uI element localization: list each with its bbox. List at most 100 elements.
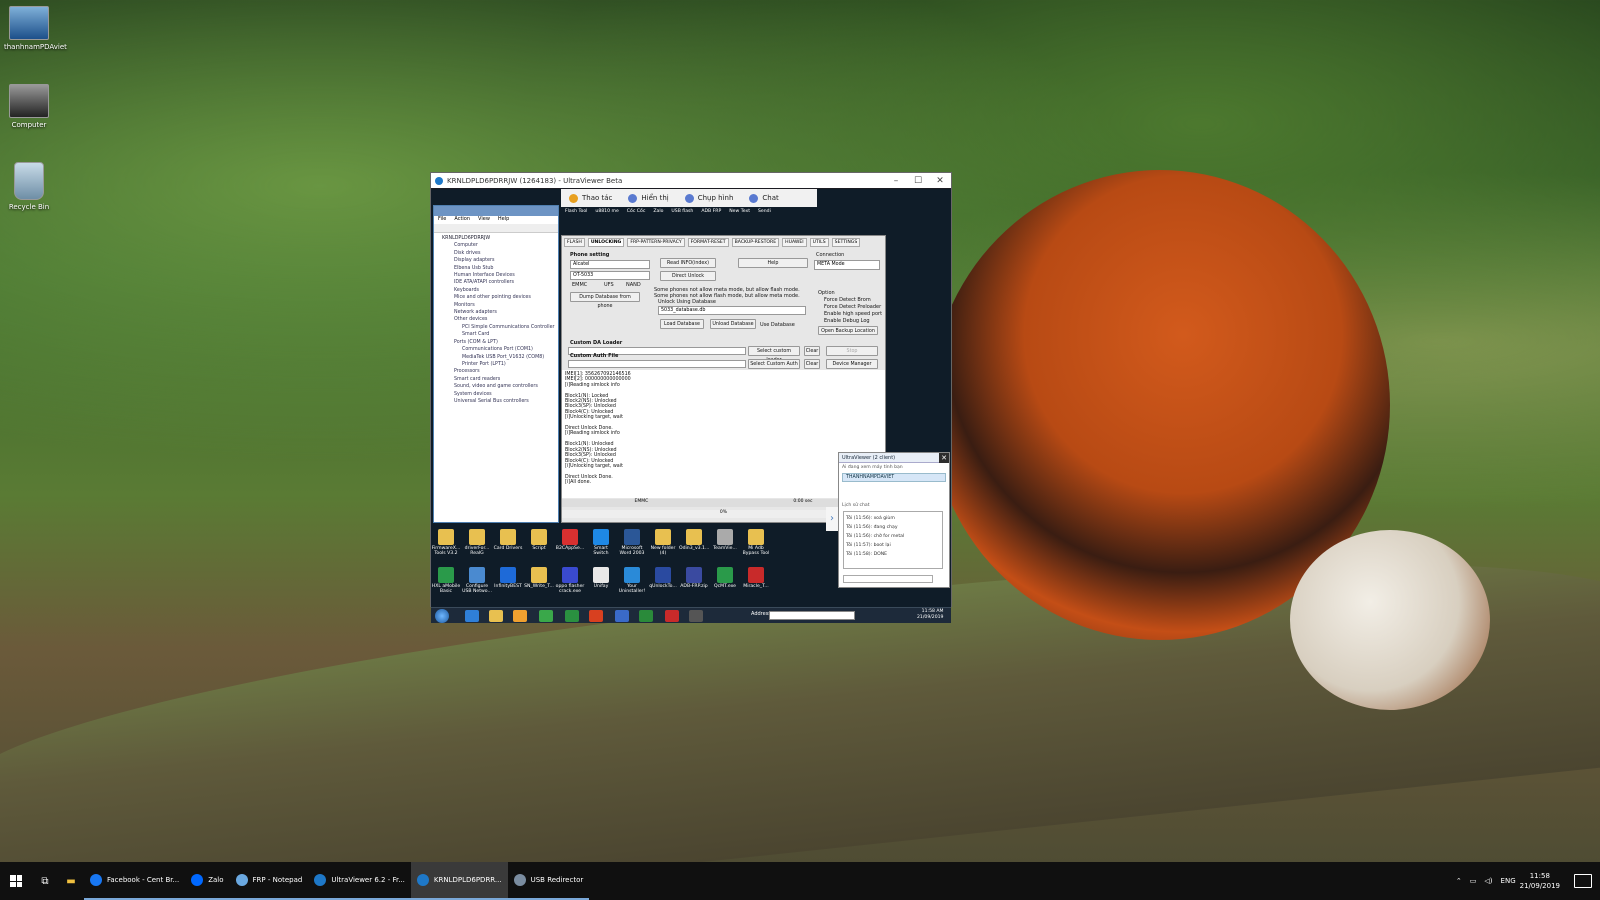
option-high-speed-checkbox[interactable]: Enable high speed port bbox=[824, 311, 882, 317]
menu-view[interactable]: View bbox=[478, 216, 490, 224]
custom-auth-field[interactable] bbox=[568, 360, 746, 368]
remote-app-label[interactable]: New Text bbox=[729, 209, 750, 221]
ultraviewer-icon[interactable] bbox=[615, 610, 629, 622]
device-tree-item[interactable]: Display adapters bbox=[442, 257, 558, 264]
option-force-brom-checkbox[interactable]: Force Detect Brom bbox=[824, 297, 871, 303]
device-tree-item[interactable]: IDE ATA/ATAPI controllers bbox=[442, 279, 558, 286]
file-explorer-icon[interactable]: ▬ bbox=[58, 876, 84, 887]
stop-button[interactable]: Stop bbox=[826, 346, 878, 356]
device-tree-item[interactable]: Monitors bbox=[442, 302, 558, 309]
open-backup-location-button[interactable]: Open Backup Location bbox=[818, 326, 878, 335]
unload-database-button[interactable]: Unload Database bbox=[710, 319, 756, 329]
option-force-preloader-checkbox[interactable]: Force Detect Preloader bbox=[824, 304, 881, 310]
remote-app-label[interactable]: ADB FRP bbox=[701, 209, 721, 221]
remote-app-label[interactable]: u8810 me bbox=[595, 209, 618, 221]
brand-select[interactable]: Alcatel bbox=[570, 260, 650, 269]
device-tree-item[interactable]: Communications Port (COM1) bbox=[442, 346, 558, 353]
remote-desktop-icon[interactable]: TeamVie... bbox=[710, 529, 740, 551]
address-input[interactable] bbox=[769, 611, 855, 620]
device-tree-item[interactable]: MediaTek USB Port_V1632 (COM8) bbox=[442, 354, 558, 361]
direct-unlock-button[interactable]: Direct Unlock bbox=[660, 271, 716, 281]
device-tree-item[interactable]: Mice and other pointing devices bbox=[442, 294, 558, 301]
device-tree-item[interactable]: Processors bbox=[442, 368, 558, 375]
device-manager-button[interactable]: Device Manager bbox=[826, 359, 878, 369]
network-icon[interactable]: ▭ bbox=[1470, 877, 1477, 885]
help-button[interactable]: Help bbox=[738, 258, 808, 268]
tab-settings[interactable]: SETTINGS bbox=[831, 238, 861, 247]
device-tree-item[interactable]: Elbena Usb Stub bbox=[442, 265, 558, 272]
database-file-field[interactable]: 5033_database.db bbox=[658, 306, 806, 315]
device-tree-item[interactable]: PCI Simple Communications Controller bbox=[442, 324, 558, 331]
toolbar-view-button[interactable]: Hiển thị bbox=[620, 193, 676, 203]
menu-action[interactable]: Action bbox=[454, 216, 470, 224]
mi-icon[interactable] bbox=[589, 610, 603, 622]
close-icon[interactable]: ✕ bbox=[929, 176, 951, 186]
connected-user[interactable]: THANHNAMPDAVIET bbox=[842, 473, 946, 482]
remote-app-label[interactable]: Sendi bbox=[758, 209, 771, 221]
device-tree-item[interactable]: Computer bbox=[442, 242, 558, 249]
maximize-icon[interactable]: ☐ bbox=[907, 176, 929, 186]
remote-app-label[interactable]: Zalo bbox=[653, 209, 663, 221]
remote-desktop-icon[interactable]: New folder (4) bbox=[648, 529, 678, 556]
device-manager-toolbar[interactable] bbox=[434, 224, 558, 233]
read-info-button[interactable]: Read INFO(index) bbox=[660, 258, 716, 268]
taskbar-app-button[interactable]: FRP - Notepad bbox=[229, 862, 309, 900]
device-tree-root[interactable]: KRNLDPLD6PDRRJW bbox=[442, 235, 558, 242]
menu-help[interactable]: Help bbox=[498, 216, 509, 224]
taskbar-app-button[interactable]: Zalo bbox=[185, 862, 230, 900]
remote-desktop-icon[interactable]: Odin3_v3.1... bbox=[679, 529, 709, 551]
use-database-checkbox[interactable]: Use Database bbox=[760, 322, 795, 328]
toolbar-actions-button[interactable]: Thao tác bbox=[561, 193, 620, 203]
connection-meta-mode-radio[interactable]: META Mode bbox=[814, 260, 880, 270]
remote-app-label[interactable]: Flash Tool bbox=[565, 209, 587, 221]
taskbar-app-button[interactable]: UltraViewer 6.2 - Fr... bbox=[308, 862, 411, 900]
ultraviewer-title-bar[interactable]: KRNLDPLD6PDRRJW (1264183) - UltraViewer … bbox=[431, 173, 951, 188]
app-icon[interactable] bbox=[565, 610, 579, 622]
storage-emmc-radio[interactable]: EMMC bbox=[572, 282, 587, 288]
clear-loader-button[interactable]: Clear bbox=[804, 346, 820, 356]
remote-desktop-icon[interactable]: Microsoft Word 2003 bbox=[617, 529, 647, 556]
remote-desktop-icon[interactable]: B2CAppSe... bbox=[555, 529, 585, 551]
desktop-icon-user-folder[interactable]: thanhnamPDAviet bbox=[4, 6, 67, 51]
start-button[interactable] bbox=[0, 862, 32, 900]
taskbar-app-button[interactable]: Facebook - Cent Br... bbox=[84, 862, 186, 900]
remote-desktop-icon[interactable]: Mi Adb Bypass Tool bbox=[741, 529, 771, 556]
remote-desktop-icon[interactable]: Configure USB Netwo... bbox=[462, 567, 492, 594]
remote-desktop-icon[interactable]: Smart Switch bbox=[586, 529, 616, 556]
tool-app-icon[interactable] bbox=[689, 610, 703, 622]
remote-start-orb-icon[interactable] bbox=[435, 609, 449, 623]
device-tree-item[interactable]: Sound, video and game controllers bbox=[442, 383, 558, 390]
check-app-icon[interactable] bbox=[639, 610, 653, 622]
language-indicator[interactable]: ENG bbox=[1501, 877, 1516, 885]
remote-desktop-icon[interactable]: Miracle_T... bbox=[741, 567, 771, 589]
taskbar-clock[interactable]: 11:58 21/09/2019 bbox=[1520, 871, 1560, 891]
device-tree-item[interactable]: Universal Serial Bus controllers bbox=[442, 398, 558, 405]
task-view-icon[interactable]: ⧉ bbox=[32, 876, 58, 887]
tab-unlocking[interactable]: UNLOCKING bbox=[587, 238, 625, 247]
device-tree-item[interactable]: Smart Card bbox=[442, 331, 558, 338]
chrome-icon[interactable] bbox=[539, 610, 553, 622]
expand-panel-icon[interactable]: › bbox=[826, 507, 838, 531]
device-tree-item[interactable]: Ports (COM & LPT) bbox=[442, 339, 558, 346]
device-manager-title[interactable] bbox=[434, 206, 558, 216]
desktop-icon-recycle-bin[interactable]: Recycle Bin bbox=[4, 162, 54, 211]
output-log[interactable]: IMEI[1]: 356267092146516 IMEI[2]: 000000… bbox=[562, 370, 885, 498]
desktop-icon-computer[interactable]: Computer bbox=[4, 84, 54, 129]
remote-desktop-icon[interactable]: oppo flasher crack.exe bbox=[555, 567, 585, 594]
chat-title-bar[interactable]: UltraViewer (2 client) ✕ bbox=[839, 452, 949, 463]
close-icon[interactable]: ✕ bbox=[939, 452, 949, 463]
remote-desktop-icon[interactable]: QcMT.exe bbox=[710, 567, 740, 589]
volume-icon[interactable]: ◁) bbox=[1484, 877, 1492, 885]
tray-overflow-icon[interactable]: ⌃ bbox=[1456, 877, 1462, 885]
remote-app-label[interactable]: USB flash bbox=[671, 209, 693, 221]
ie-icon[interactable] bbox=[465, 610, 479, 622]
toolbar-chat-button[interactable]: Chat bbox=[741, 193, 786, 203]
menu-file[interactable]: File bbox=[438, 216, 446, 224]
remote-desktop-icon[interactable]: driverFor... RealG bbox=[462, 529, 492, 556]
remote-desktop-icon[interactable]: Your Uninstaller! bbox=[617, 567, 647, 594]
remote-desktop-icon[interactable]: qUnlockTo... bbox=[648, 567, 678, 589]
device-tree-item[interactable]: Other devices bbox=[442, 316, 558, 323]
device-tree-item[interactable]: System devices bbox=[442, 391, 558, 398]
tab-frp[interactable]: FRP-PATTERN-PRIVACY bbox=[627, 238, 685, 247]
device-tree-item[interactable]: Printer Port (LPT1) bbox=[442, 361, 558, 368]
